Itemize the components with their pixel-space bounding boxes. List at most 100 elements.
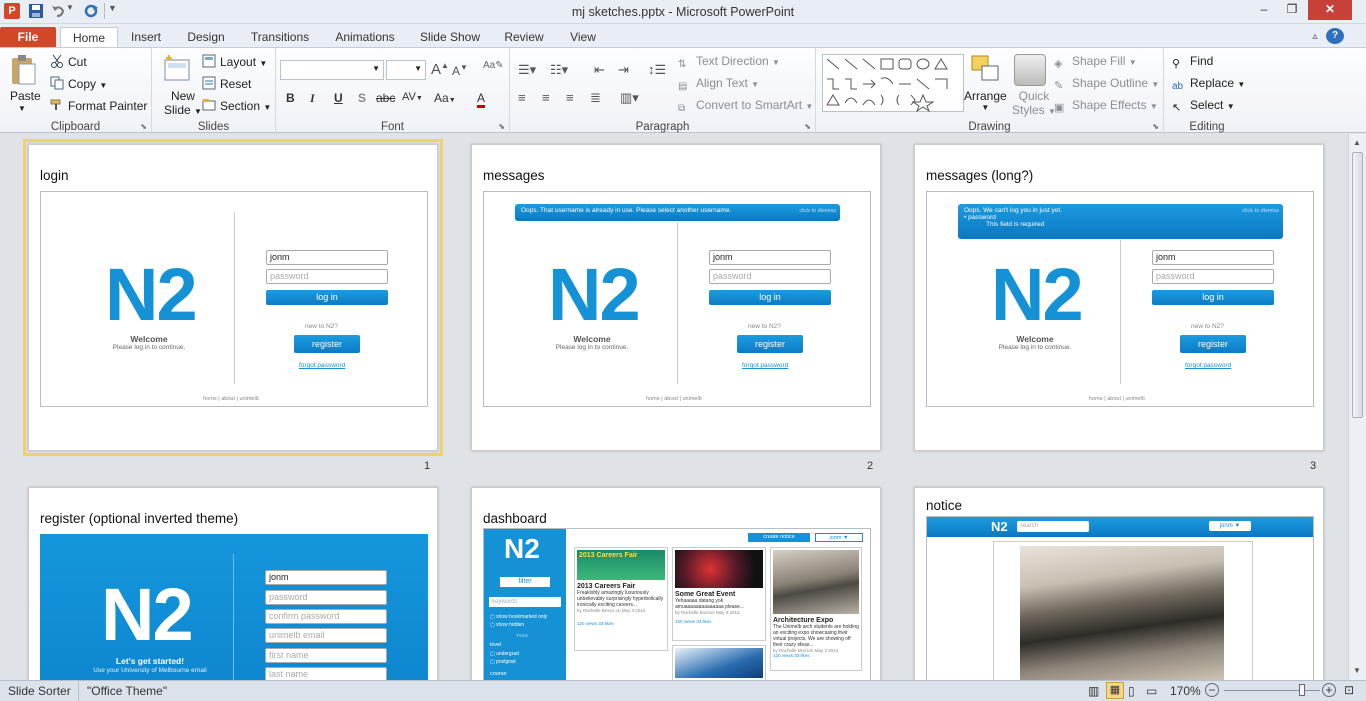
underline-button[interactable]: U	[334, 91, 343, 105]
layout-button[interactable]: Layout ▼	[202, 54, 267, 69]
scroll-down-icon[interactable]: ▼	[1353, 666, 1361, 675]
text-direction-button[interactable]: ⇅ Text Direction ▼	[678, 54, 780, 73]
italic-button[interactable]: I	[310, 91, 315, 106]
slide-thumbnail-5[interactable]: dashboard N2 filter keywords ▢ show book…	[471, 487, 881, 680]
shapes-gallery[interactable]	[822, 54, 964, 113]
card-body: The Unimelb arch students are holding an…	[773, 624, 859, 648]
cut-button[interactable]: Cut	[50, 54, 87, 69]
tab-review[interactable]: Review	[498, 27, 550, 48]
slide-thumbnail-4[interactable]: register (optional inverted theme) N2 Le…	[28, 487, 438, 680]
slide-thumbnail-2[interactable]: messages Oops. That username is already …	[471, 144, 881, 451]
minimize-button[interactable]: –	[1250, 0, 1278, 20]
slide-sorter-view-icon[interactable]: ▦	[1106, 682, 1124, 699]
shape-outline-button[interactable]: ✎ Shape Outline ▼	[1054, 76, 1159, 93]
align-right-icon[interactable]: ≡	[566, 90, 574, 105]
zoom-slider-thumb[interactable]	[1299, 684, 1305, 696]
slide-title: notice	[926, 498, 963, 513]
paint-bucket-icon: ◈	[1054, 58, 1063, 70]
zoom-level[interactable]: 170%	[1170, 684, 1201, 698]
reset-button[interactable]: Reset	[202, 76, 251, 91]
register-button: register	[1180, 335, 1246, 353]
section-button[interactable]: Section ▼	[202, 98, 271, 113]
align-text-button[interactable]: ▤ Align Text ▼	[678, 76, 759, 95]
help-icon[interactable]: ?	[1326, 28, 1344, 44]
minimize-ribbon-icon[interactable]: ▵	[1306, 27, 1324, 48]
zoom-in-icon[interactable]: +	[1322, 683, 1336, 697]
change-case-button[interactable]: Aa▼	[434, 91, 456, 105]
login-button: log in	[1152, 290, 1274, 305]
notice-photo	[1020, 546, 1224, 680]
reading-view-icon[interactable]: ▯	[1128, 684, 1135, 698]
paste-button[interactable]: Paste	[10, 89, 41, 103]
shape-fill-button[interactable]: ◈ Shape Fill ▼	[1054, 54, 1137, 71]
tab-home[interactable]: Home	[60, 27, 118, 48]
find-button[interactable]: ⚲ Find	[1172, 54, 1213, 71]
convert-smartart-button[interactable]: ⧉ Convert to SmartArt ▼	[678, 98, 813, 117]
font-color-button[interactable]: A	[477, 91, 486, 108]
numbering-icon[interactable]: ☷▾	[550, 62, 568, 78]
editing-label: Editing	[1189, 121, 1225, 133]
bold-button[interactable]: B	[286, 91, 295, 105]
tab-transitions[interactable]: Transitions	[244, 27, 316, 48]
filter-button: filter	[500, 577, 550, 587]
copy-button[interactable]: Copy ▼	[50, 76, 107, 91]
normal-view-icon[interactable]: ▥	[1088, 684, 1099, 698]
align-center-icon[interactable]: ≡	[542, 90, 550, 105]
drawing-launcher-icon[interactable]: ⬊	[1152, 122, 1159, 131]
tab-file[interactable]: File	[0, 27, 56, 48]
fit-to-window-icon[interactable]: ⊡	[1344, 683, 1354, 697]
increase-indent-icon[interactable]: ⇥	[618, 62, 629, 78]
undergrad-option: ▢ undergrad	[490, 651, 519, 657]
tab-slide-show[interactable]: Slide Show	[414, 27, 486, 48]
quick-styles-button[interactable]: Quick Styles ▼	[1012, 89, 1056, 117]
font-launcher-icon[interactable]: ⬊	[498, 122, 505, 131]
font-size-combo[interactable]: ▼	[386, 60, 426, 80]
font-name-combo[interactable]: ▼	[280, 60, 384, 80]
n2-logo: N2	[101, 573, 194, 656]
bullets-icon[interactable]: ☰▾	[518, 62, 536, 78]
clipboard-launcher-icon[interactable]: ⬊	[140, 122, 147, 131]
new-slide-button[interactable]: New Slide ▼	[164, 89, 202, 117]
restore-button[interactable]: ❐	[1278, 0, 1306, 20]
paragraph-launcher-icon[interactable]: ⬊	[804, 122, 811, 131]
select-button[interactable]: ↖ Select ▼	[1172, 98, 1235, 115]
paintbrush-icon	[50, 98, 64, 112]
character-spacing-button[interactable]: AV▼	[402, 91, 423, 103]
tab-insert[interactable]: Insert	[124, 27, 168, 48]
zoom-out-icon[interactable]: −	[1205, 683, 1219, 697]
shrink-font-button[interactable]: A▼	[452, 63, 468, 78]
columns-icon[interactable]: ▥▾	[620, 90, 639, 106]
tab-design[interactable]: Design	[180, 27, 232, 48]
register-mockup: N2 Let's get started! Use your Universit…	[40, 534, 428, 680]
arrange-button[interactable]: Arrange ▼	[964, 89, 1007, 112]
paste-dropdown-icon[interactable]: ▼	[18, 104, 26, 113]
slideshow-view-icon[interactable]: ▭	[1146, 684, 1157, 698]
slide-thumbnail-1[interactable]: login N2 Welcome Please log in to contin…	[23, 139, 443, 456]
replace-button[interactable]: ab Replace ▼	[1172, 76, 1245, 95]
slide-sorter-pane: login N2 Welcome Please log in to contin…	[0, 134, 1348, 680]
clear-formatting-icon[interactable]: Aa✎	[483, 60, 504, 71]
tab-animations[interactable]: Animations	[328, 27, 402, 48]
scroll-thumb[interactable]	[1352, 152, 1363, 418]
drawing-group: Arrange ▼ Quick Styles ▼ ◈ Shape Fill ▼ ✎ Sh…	[816, 48, 1164, 134]
forgot-password-link: forgot password	[1185, 362, 1232, 369]
align-left-icon[interactable]: ≡	[518, 90, 526, 105]
line-spacing-icon[interactable]: ↕☰	[648, 62, 666, 78]
shadow-button[interactable]: S	[358, 91, 366, 105]
grow-font-button[interactable]: A▲	[431, 61, 449, 78]
strikethrough-button[interactable]: abc	[376, 91, 395, 105]
messages-long-mockup: Oops. We can't log you in just yet. • pas…	[926, 191, 1314, 407]
vertical-scrollbar[interactable]: ▲ ▼	[1348, 134, 1366, 680]
scroll-up-icon[interactable]: ▲	[1353, 138, 1361, 147]
messages-mockup: Oops. That username is already in use. P…	[483, 191, 871, 407]
slide-thumbnail-6[interactable]: notice N2 search jonm ▼	[914, 487, 1324, 680]
justify-icon[interactable]: ≣	[590, 90, 601, 106]
format-painter-button[interactable]: Format Painter	[50, 98, 147, 113]
zoom-slider[interactable]	[1224, 690, 1320, 691]
tab-view[interactable]: View	[562, 27, 604, 48]
close-button[interactable]: ✕	[1308, 0, 1352, 20]
decrease-indent-icon[interactable]: ⇤	[594, 62, 605, 78]
shape-effects-button[interactable]: ▣ Shape Effects ▼	[1054, 98, 1158, 115]
slide-thumbnail-3[interactable]: messages (long?) Oops. We can't log you …	[914, 144, 1324, 451]
ribbon-tabs: File Home Insert Design Transitions Anim…	[0, 24, 1366, 48]
